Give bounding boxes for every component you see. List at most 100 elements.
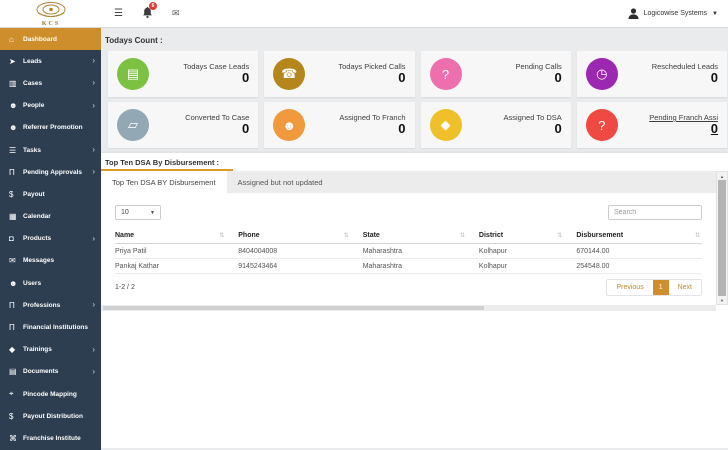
card-value: 0 <box>242 70 250 86</box>
card-value: 0 <box>554 70 562 86</box>
count-card-todays-picked-calls: ☎ Todays Picked Calls 0 <box>264 51 415 97</box>
sort-icon[interactable]: ⇅ <box>557 232 562 239</box>
sidebar-item-products[interactable]: ◘ Products › <box>0 228 101 250</box>
person-icon: ☻ <box>273 109 306 141</box>
sidebar-item-franchise-institute[interactable]: ⌘ Franchise Institute <box>0 427 101 449</box>
sidebar-item-documents[interactable]: ▤ Documents › <box>0 361 101 383</box>
sidebar-item-financial-institutions[interactable]: Π Financial Institutions <box>0 316 101 338</box>
money-icon: $ <box>9 189 14 199</box>
dsa-section-titlebar: Top Ten DSA By Disbursement : <box>101 153 728 171</box>
file-icon: ▤ <box>9 367 17 377</box>
hamburger-menu-icon[interactable]: ☰ <box>114 8 123 19</box>
card-label: Pending Calls <box>515 62 562 72</box>
sidebar-item-messages[interactable]: ✉ Messages <box>0 250 101 272</box>
table-cell: Pankaj Kathar <box>115 258 239 274</box>
messages-envelope-icon[interactable]: ✉ <box>172 9 180 18</box>
brand-logo[interactable]: KCS <box>0 0 101 27</box>
sidebar-item-label: Cases <box>23 79 43 87</box>
table-cell: Maharashtra <box>362 243 479 259</box>
vertical-scrollbar[interactable]: ▲ ▼ <box>716 171 728 305</box>
sidebar-item-label: Referrer Promotion <box>23 124 83 132</box>
table-cell: Priya Patil <box>115 243 239 259</box>
sidebar-item-people[interactable]: ☻ People › <box>0 95 101 117</box>
table-cell: 670144.00 <box>576 243 702 259</box>
user-menu[interactable]: Logicowise Systems ▼ <box>628 8 728 19</box>
sidebar-item-trainings[interactable]: ◆ Trainings › <box>0 339 101 361</box>
card-value: 0 <box>242 121 250 137</box>
page-1-button[interactable]: 1 <box>652 280 669 295</box>
dsa-section: Top Ten DSA By Disbursement : Top Ten DS… <box>101 153 728 448</box>
count-card-rescheduled-leads: ◷ Rescheduled Leads 0 <box>576 51 727 97</box>
table-cell: 9145243464 <box>238 258 363 274</box>
table-row[interactable]: Priya Patil 8404004008 Maharashtra Kolhapur… <box>115 243 702 259</box>
chevron-right-icon: › <box>92 78 95 88</box>
scroll-down-arrow-icon[interactable]: ▼ <box>717 296 727 304</box>
column-label: State <box>362 232 380 239</box>
sidebar-item-payout-distribution[interactable]: $ Payout Distribution <box>0 405 101 427</box>
select-caret-icon: ▼ <box>150 209 155 216</box>
dsa-tab-content: 10 ▼ Name⇅Phone⇅State⇅District⇅Disbursem… <box>101 193 716 305</box>
horizontal-scrollbar-thumb[interactable] <box>103 306 485 310</box>
money-icon: $ <box>9 411 14 421</box>
table-row[interactable]: Pankaj Kathar 9145243464 Maharashtra Kolhap… <box>115 258 702 274</box>
sort-icon[interactable]: ⇅ <box>695 232 700 239</box>
tab-assigned-but-not-updated[interactable]: Assigned but not updated <box>227 171 334 193</box>
sidebar-item-label: Messages <box>23 257 55 265</box>
svg-text:KCS: KCS <box>41 21 59 27</box>
chevron-right-icon: › <box>92 56 95 66</box>
sidebar-item-professions[interactable]: Π Professions › <box>0 294 101 316</box>
sidebar: ⌂ Dashboard ➤ Leads › ▥ Cases › ☻ People › ☻ Referre… <box>0 28 101 450</box>
column-header-district[interactable]: District ⇅ <box>478 229 577 244</box>
tab-top-ten-dsa-by-disbursement[interactable]: Top Ten DSA BY Disbursement <box>101 171 227 193</box>
pagination: Previous 1 Next <box>606 279 702 296</box>
sort-icon[interactable]: ⇅ <box>219 232 224 239</box>
card-label: Rescheduled Leads <box>651 62 718 72</box>
scroll-up-arrow-icon[interactable]: ▲ <box>717 172 727 180</box>
sidebar-item-label: Pending Approvals <box>23 168 82 176</box>
column-label: Disbursement <box>576 232 624 239</box>
sidebar-item-pending-approvals[interactable]: Π Pending Approvals › <box>0 161 101 183</box>
card-text: Pending Calls 0 <box>462 62 562 86</box>
sidebar-item-users[interactable]: ☻ Users <box>0 272 101 294</box>
sidebar-item-leads[interactable]: ➤ Leads › <box>0 50 101 72</box>
vertical-scrollbar-thumb[interactable] <box>718 180 726 296</box>
card-value: 0 <box>398 70 406 86</box>
sidebar-item-cases[interactable]: ▥ Cases › <box>0 72 101 94</box>
sidebar-item-tasks[interactable]: ☰ Tasks › <box>0 139 101 161</box>
next-page-button[interactable]: Next <box>668 280 701 295</box>
sidebar-item-label: Franchise Institute <box>23 434 81 442</box>
search-input[interactable] <box>608 205 702 220</box>
sort-icon[interactable]: ⇅ <box>460 232 465 239</box>
sidebar-item-dashboard[interactable]: ⌂ Dashboard <box>0 28 101 51</box>
horizontal-scrollbar[interactable] <box>101 305 716 311</box>
bank-icon: Π <box>9 167 15 177</box>
card-label: Pending Franch Assi <box>649 113 718 123</box>
card-label: Todays Picked Calls <box>338 62 406 72</box>
topbar-icons: ☰ 6 ✉ <box>114 1 180 23</box>
card-value: 0 <box>710 70 718 86</box>
column-header-disbursement[interactable]: Disbursement ⇅ <box>576 229 702 244</box>
page-size-select[interactable]: 10 ▼ <box>115 205 161 220</box>
card-text: Todays Picked Calls 0 <box>305 62 405 86</box>
sidebar-item-pincode-mapping[interactable]: ⌖ Pincode Mapping <box>0 383 101 405</box>
chevron-right-icon: › <box>92 233 95 243</box>
sidebar-item-referrer-promotion[interactable]: ☻ Referrer Promotion <box>0 117 101 139</box>
sidebar-item-label: Dashboard <box>23 35 57 43</box>
table-cell: 254548.00 <box>576 258 702 274</box>
map-pin-icon: ⌖ <box>9 389 14 399</box>
clock-icon: ◷ <box>585 58 618 90</box>
sort-icon[interactable]: ⇅ <box>344 232 349 239</box>
previous-page-button[interactable]: Previous <box>607 280 653 295</box>
column-header-state[interactable]: State ⇅ <box>362 229 479 244</box>
column-header-phone[interactable]: Phone ⇅ <box>238 229 363 244</box>
notifications-button[interactable]: 6 <box>143 1 157 23</box>
sidebar-item-calendar[interactable]: ▦ Calendar <box>0 206 101 228</box>
card-value: 0 <box>710 121 718 137</box>
users-icon: ☻ <box>9 101 18 111</box>
users-icon: ☻ <box>9 278 18 288</box>
chevron-right-icon: › <box>92 167 95 177</box>
dsa-section-title: Top Ten DSA By Disbursement : <box>105 157 220 167</box>
column-header-name[interactable]: Name ⇅ <box>115 229 239 244</box>
sidebar-item-payout[interactable]: $ Payout <box>0 183 101 205</box>
table-cell: Maharashtra <box>362 258 479 274</box>
